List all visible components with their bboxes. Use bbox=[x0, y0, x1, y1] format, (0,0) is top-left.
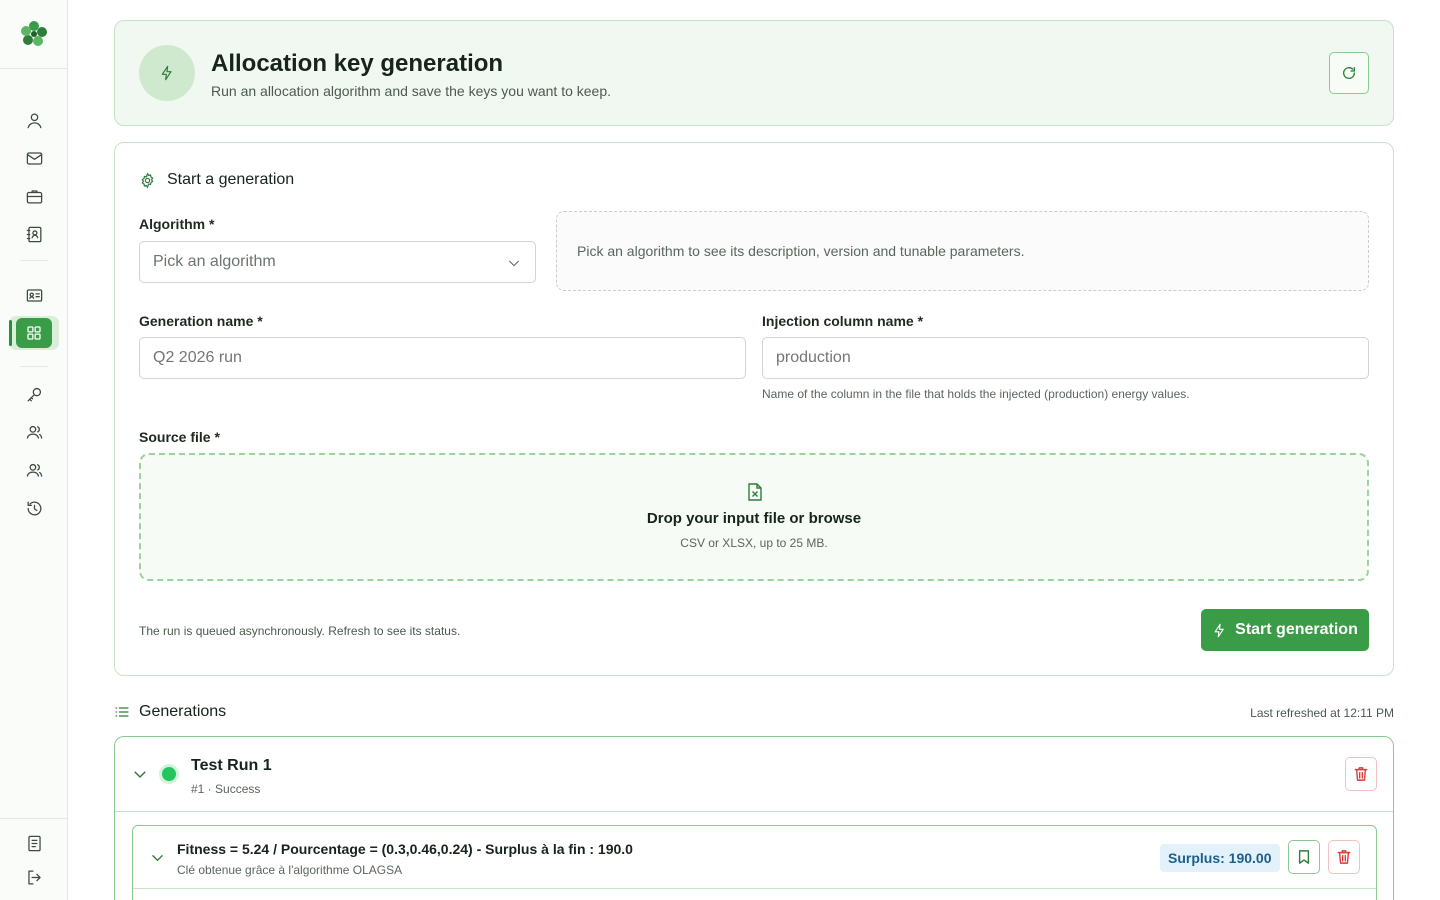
last-refreshed-text: Last refreshed at 12:11 PM bbox=[1250, 706, 1394, 720]
run-header[interactable]: Test Run 1 #1 · Success bbox=[115, 737, 1393, 812]
file-dropzone[interactable]: Drop your input file or browse CSV or XL… bbox=[139, 453, 1369, 581]
sidebar-separator bbox=[20, 260, 48, 261]
trash-icon bbox=[1354, 767, 1368, 781]
sidebar-active-indicator bbox=[9, 320, 12, 346]
contact-book-icon bbox=[26, 226, 41, 242]
chevron-down-icon[interactable] bbox=[149, 849, 166, 866]
generations-title: Generations bbox=[139, 703, 227, 720]
injection-column-label: Injection column name * bbox=[762, 313, 924, 329]
algorithm-label: Algorithm * bbox=[139, 216, 215, 232]
sidebar bbox=[0, 0, 68, 900]
users-icon bbox=[26, 425, 42, 439]
delete-run-button[interactable] bbox=[1345, 757, 1377, 791]
algorithm-select[interactable]: Pick an algorithm bbox=[139, 241, 536, 283]
mail-icon bbox=[26, 151, 42, 165]
start-generation-button[interactable]: Start generation bbox=[1201, 609, 1369, 651]
document-icon bbox=[27, 835, 41, 851]
sidebar-item-mail[interactable] bbox=[20, 144, 48, 172]
allocation-key-card: Fitness = 5.24 / Pourcentage = (0.3,0.46… bbox=[132, 825, 1377, 900]
section-title: Start a generation bbox=[167, 171, 295, 188]
team-icon bbox=[26, 463, 42, 477]
generation-name-label: Generation name * bbox=[139, 313, 263, 329]
sidebar-item-team[interactable] bbox=[20, 456, 48, 484]
page-subtitle: Run an allocation algorithm and save the… bbox=[211, 83, 612, 99]
status-indicator bbox=[162, 767, 176, 781]
sidebar-item-history[interactable] bbox=[20, 494, 48, 522]
run-name: Test Run 1 bbox=[191, 757, 272, 774]
sidebar-item-user[interactable] bbox=[20, 106, 48, 134]
sidebar-item-id-card[interactable] bbox=[20, 281, 48, 309]
sidebar-item-briefcase[interactable] bbox=[20, 182, 48, 210]
delete-key-button[interactable] bbox=[1328, 840, 1360, 874]
sidebar-item-key[interactable] bbox=[20, 380, 48, 408]
generations-heading: Generations bbox=[114, 703, 226, 721]
briefcase-icon bbox=[26, 189, 42, 203]
algorithm-hint-text: Pick an algorithm to see its description… bbox=[577, 243, 1025, 259]
bookmark-icon bbox=[1298, 850, 1310, 864]
section-heading: Start a generation bbox=[139, 171, 294, 189]
injection-column-helper: Name of the column in the file that hold… bbox=[762, 387, 1190, 401]
history-icon bbox=[27, 501, 41, 515]
algorithm-select-placeholder: Pick an algorithm bbox=[153, 253, 276, 270]
trash-icon bbox=[1337, 850, 1351, 864]
grid-icon bbox=[27, 326, 41, 340]
sidebar-item-contacts[interactable] bbox=[20, 220, 48, 248]
start-generation-label: Start generation bbox=[1235, 621, 1358, 638]
user-icon bbox=[27, 113, 41, 128]
save-key-button[interactable] bbox=[1288, 840, 1320, 874]
run-meta: #1 · Success bbox=[191, 782, 261, 796]
queue-footnote: The run is queued asynchronously. Refres… bbox=[139, 624, 461, 638]
sidebar-separator bbox=[20, 366, 48, 367]
sidebar-divider bbox=[0, 818, 68, 819]
dropzone-title: Drop your input file or browse bbox=[646, 510, 862, 527]
lightning-icon bbox=[1214, 623, 1224, 637]
sidebar-item-users[interactable] bbox=[20, 418, 48, 446]
list-icon bbox=[115, 707, 129, 717]
key-subtitle: Clé obtenue grâce à l'algorithme OLAGSA bbox=[177, 863, 403, 877]
id-card-icon bbox=[26, 288, 42, 302]
refresh-button[interactable] bbox=[1329, 52, 1369, 94]
generation-form-card: Start a generation Algorithm * Pick an a… bbox=[114, 142, 1394, 676]
sidebar-divider bbox=[0, 68, 68, 69]
chevron-down-icon[interactable] bbox=[131, 765, 149, 783]
clover-logo-icon[interactable] bbox=[19, 19, 49, 49]
dropzone-subtitle: CSV or XLSX, up to 25 MB. bbox=[680, 536, 828, 550]
spreadsheet-file-icon bbox=[747, 483, 763, 501]
page-header: Allocation key generation Run an allocat… bbox=[114, 20, 1394, 126]
lightning-icon bbox=[161, 65, 172, 81]
refresh-icon bbox=[1343, 67, 1355, 79]
generation-name-input[interactable] bbox=[139, 337, 746, 379]
surplus-badge: Surplus: 190.00 bbox=[1160, 844, 1280, 872]
algorithm-description-panel: Pick an algorithm to see its description… bbox=[556, 211, 1369, 291]
key-title: Fitness = 5.24 / Pourcentage = (0.3,0.46… bbox=[177, 841, 633, 857]
header-badge bbox=[139, 45, 195, 101]
sidebar-item-document[interactable] bbox=[20, 829, 48, 857]
gear-icon bbox=[141, 171, 154, 189]
logout-icon bbox=[27, 870, 41, 884]
key-header[interactable]: Fitness = 5.24 / Pourcentage = (0.3,0.46… bbox=[133, 826, 1376, 889]
key-icon bbox=[27, 387, 41, 401]
chevron-down-icon bbox=[508, 260, 520, 267]
source-file-label: Source file * bbox=[139, 429, 220, 445]
generation-run-card: Test Run 1 #1 · Success Fitness = 5.24 /… bbox=[114, 736, 1394, 900]
sidebar-item-logout[interactable] bbox=[20, 863, 48, 891]
sidebar-item-grid[interactable] bbox=[16, 318, 52, 348]
injection-column-input[interactable] bbox=[762, 337, 1369, 379]
page-title: Allocation key generation bbox=[211, 50, 504, 77]
